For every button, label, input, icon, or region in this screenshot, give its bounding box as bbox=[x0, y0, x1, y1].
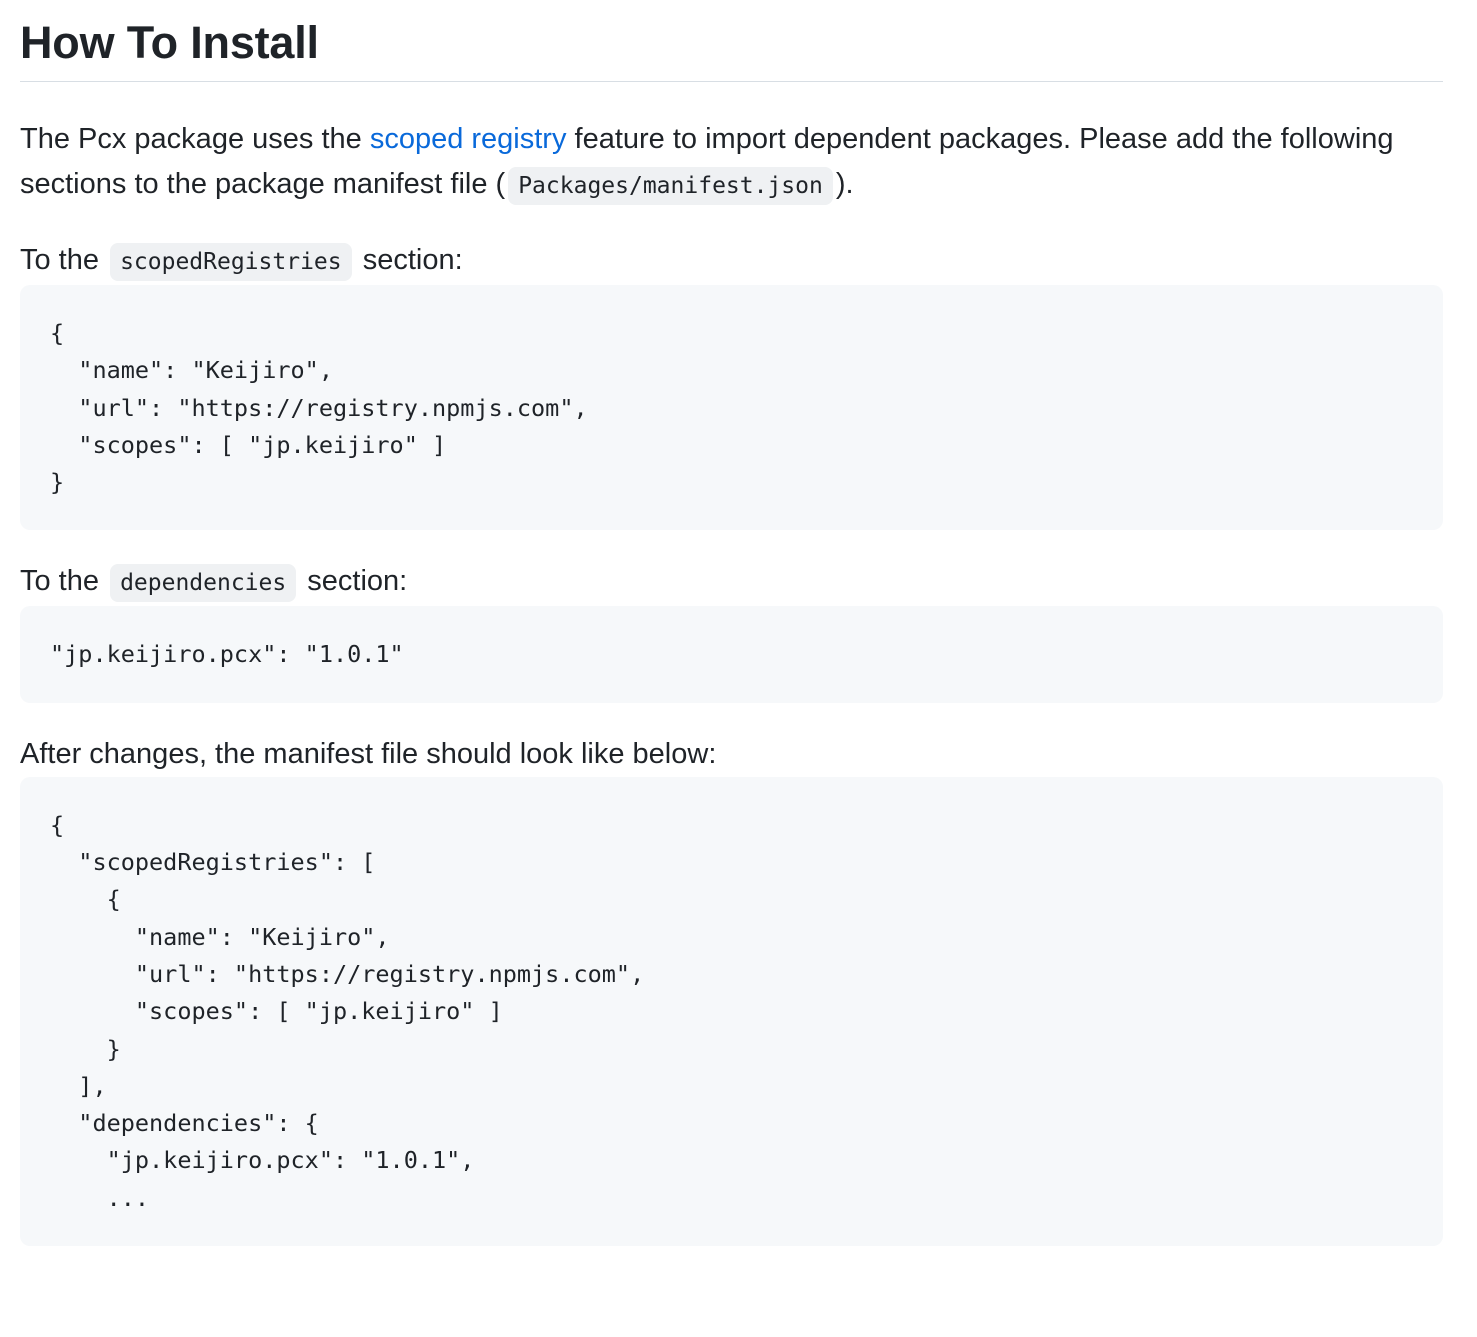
scoped-registries-paragraph: To the scopedRegistries section: bbox=[20, 238, 1443, 285]
scoped-prefix: To the bbox=[20, 244, 99, 276]
deps-prefix: To the bbox=[20, 565, 99, 598]
intro-text-before-link: The Pcx package uses the bbox=[20, 123, 370, 155]
dependencies-paragraph: To the dependencies section: bbox=[20, 559, 1443, 606]
intro-text-end: ). bbox=[835, 168, 854, 200]
scoped-registries-code-block: { "name": "Keijiro", "url": "https://reg… bbox=[20, 285, 1443, 531]
readme-content: How To Install The Pcx package uses the … bbox=[20, 0, 1443, 1247]
intro-paragraph: The Pcx package uses the scoped registry… bbox=[20, 117, 1443, 209]
scoped-registry-link[interactable]: scoped registry bbox=[370, 123, 567, 155]
after-changes-paragraph: After changes, the manifest file should … bbox=[20, 737, 717, 770]
manifest-path-code: Packages/manifest.json bbox=[508, 167, 833, 205]
dependencies-code-block: "jp.keijiro.pcx": "1.0.1" bbox=[20, 606, 1443, 703]
manifest-example-code-block: { "scopedRegistries": [ { "name": "Keiji… bbox=[20, 776, 1443, 1247]
scoped-suffix: section: bbox=[362, 244, 463, 276]
scoped-registries-code: scopedRegistries bbox=[110, 243, 352, 281]
deps-suffix: section: bbox=[307, 565, 408, 598]
dependencies-code: dependencies bbox=[110, 564, 297, 603]
section-heading: How To Install bbox=[20, 0, 1443, 82]
